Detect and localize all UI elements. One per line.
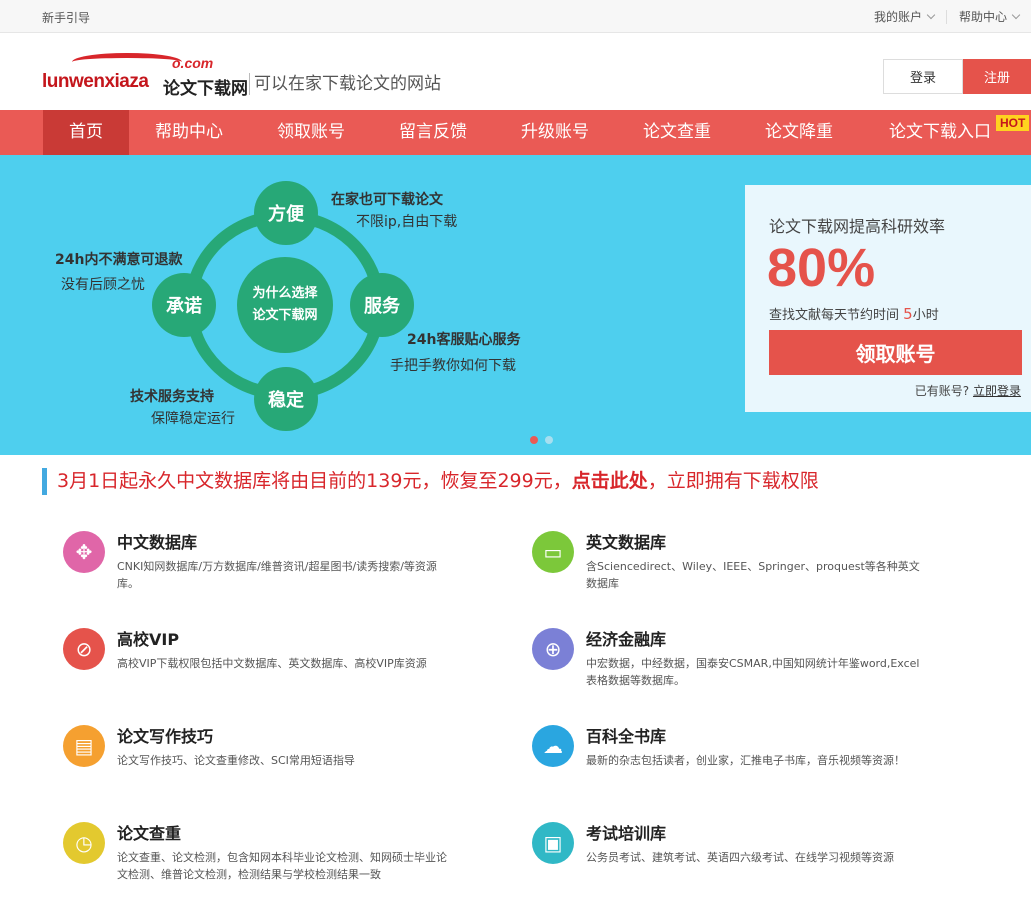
r-sub: 手把手教你如何下载 bbox=[390, 358, 516, 374]
my-account-label: 我的账户 bbox=[873, 10, 922, 24]
top-bar: 新手引导 我的账户 帮助中心 bbox=[0, 0, 1031, 33]
move-arrows-icon: ✥ bbox=[63, 531, 105, 573]
promo-save-text: 查找文献每天节约时间 5小时 bbox=[769, 305, 939, 323]
help-center-menu[interactable]: 帮助中心 bbox=[947, 8, 1031, 25]
feature-title[interactable]: 英文数据库 bbox=[586, 529, 666, 553]
feature-title[interactable]: 考试培训库 bbox=[586, 820, 666, 844]
ban-icon: ⊘ bbox=[63, 628, 105, 670]
feature-desc: 高校VIP下载权限包括中文数据库、英文数据库、高校VIP库资源 bbox=[117, 657, 427, 670]
tl-title: 24h内不满意可退款 bbox=[55, 252, 183, 268]
logo-swoosh bbox=[72, 53, 182, 71]
notice-text-pre: 3月1日起永久中文数据库将由目前的139元，恢复至299元， bbox=[57, 470, 572, 492]
r-title: 24h客服贴心服务 bbox=[407, 332, 521, 348]
node-promise: 承诺 bbox=[152, 273, 216, 337]
hot-badge: HOT bbox=[996, 115, 1030, 131]
nav-help-center[interactable]: 帮助中心 bbox=[139, 110, 239, 155]
clock-icon: ◷ bbox=[63, 822, 105, 864]
feature-desc: 论文查重、论文检测，包含知网本科毕业论文检测、知网硕士毕业论文检测、维普论文检测… bbox=[117, 851, 447, 881]
site-slogan: 可以在家下载论文的网站 bbox=[249, 73, 441, 95]
register-button[interactable]: 注册 bbox=[963, 59, 1031, 94]
feature-desc: 最新的杂志包括读者，创业家，汇推电子书库，音乐视频等资源！ bbox=[586, 754, 905, 767]
feature-title[interactable]: 经济金融库 bbox=[586, 626, 666, 650]
login-button[interactable]: 登录 bbox=[883, 59, 963, 94]
nav-get-account[interactable]: 领取账号 bbox=[261, 110, 361, 155]
center-line-2: 论文下载网 bbox=[252, 308, 318, 323]
get-account-button[interactable]: 领取账号 bbox=[769, 330, 1022, 375]
feature-title[interactable]: 百科全书库 bbox=[586, 723, 666, 747]
price-notice: 3月1日起永久中文数据库将由目前的139元，恢复至299元，点击此处，立即拥有下… bbox=[42, 468, 819, 495]
nav-feedback[interactable]: 留言反馈 bbox=[383, 110, 483, 155]
feature-title[interactable]: 高校VIP bbox=[117, 626, 179, 650]
carousel-dot-1[interactable] bbox=[530, 436, 538, 444]
nav-download-entry[interactable]: 论文下载入口 bbox=[881, 110, 999, 155]
feature-desc: 公务员考试、建筑考试、英语四六级考试、在线学习视频等资源 bbox=[586, 851, 894, 864]
tr-title: 在家也可下载论文 bbox=[331, 192, 443, 208]
cloud-bolt-icon: ☁ bbox=[532, 725, 574, 767]
tr-sub: 不限ip,自由下载 bbox=[356, 214, 458, 230]
help-center-label: 帮助中心 bbox=[958, 10, 1007, 24]
nav-plagiarism-check[interactable]: 论文查重 bbox=[627, 110, 727, 155]
feature-title[interactable]: 中文数据库 bbox=[117, 529, 197, 553]
login-now-link[interactable]: 立即登录 bbox=[973, 384, 1021, 398]
notice-text-post: ，立即拥有下载权限 bbox=[647, 470, 819, 492]
banner-center-circle: 为什么选择论文下载网 bbox=[237, 257, 333, 353]
site-logo[interactable]: o.com lunwenxiaza 论文下载网 bbox=[42, 51, 252, 101]
logo-com: o.com bbox=[172, 55, 214, 71]
briefcase-icon: ▣ bbox=[532, 822, 574, 864]
node-service: 服务 bbox=[350, 273, 414, 337]
carousel-dots bbox=[530, 436, 553, 444]
center-line-1: 为什么选择 bbox=[252, 286, 318, 301]
globe-icon: ⊕ bbox=[532, 628, 574, 670]
header: o.com lunwenxiaza 论文下载网 可以在家下载论文的网站 登录 注… bbox=[0, 33, 1031, 110]
film-icon: ▤ bbox=[63, 725, 105, 767]
nav-upgrade[interactable]: 升级账号 bbox=[505, 110, 605, 155]
tl-sub: 没有后顾之忧 bbox=[61, 277, 145, 293]
promo-title: 论文下载网提高科研效率 bbox=[769, 217, 946, 236]
feature-title[interactable]: 论文查重 bbox=[117, 820, 181, 844]
bl-sub: 保障稳定运行 bbox=[151, 411, 235, 427]
guide-link[interactable]: 新手引导 bbox=[42, 9, 90, 26]
promo-percent: 80% bbox=[767, 238, 876, 298]
logo-cn: 论文下载网 bbox=[163, 79, 248, 99]
feature-desc: 中宏数据，中经数据，国泰安CSMAR,中国知网统计年鉴word,Excel表格数… bbox=[586, 657, 920, 687]
feature-desc: 论文写作技巧、论文查重修改、SCI常用短语指导 bbox=[117, 754, 355, 767]
top-right-menu: 我的账户 帮助中心 bbox=[862, 0, 1031, 33]
node-convenient: 方便 bbox=[254, 181, 318, 245]
nav-reduce-similarity[interactable]: 论文降重 bbox=[749, 110, 849, 155]
hero-banner: 为什么选择论文下载网 方便 承诺 服务 稳定 在家也可下载论文 不限ip,自由下… bbox=[0, 155, 1031, 455]
feature-desc: 含Sciencedirect、Wiley、IEEE、Springer、proqu… bbox=[586, 560, 920, 590]
feature-title[interactable]: 论文写作技巧 bbox=[117, 723, 213, 747]
logo-en: lunwenxiaza bbox=[42, 71, 149, 92]
bl-title: 技术服务支持 bbox=[130, 389, 214, 405]
monitor-icon: ▭ bbox=[532, 531, 574, 573]
my-account-menu[interactable]: 我的账户 bbox=[862, 8, 946, 25]
notice-click-link[interactable]: 点击此处 bbox=[572, 470, 648, 492]
promo-card: 论文下载网提高科研效率 80% 查找文献每天节约时间 5小时 领取账号 已有账号… bbox=[745, 185, 1031, 412]
chevron-down-icon bbox=[1011, 10, 1021, 19]
node-stable: 稳定 bbox=[254, 367, 318, 431]
carousel-dot-2[interactable] bbox=[545, 436, 553, 444]
have-account-text: 已有账号? 立即登录 bbox=[914, 384, 1021, 398]
chevron-down-icon bbox=[926, 10, 936, 19]
main-nav: 首页 帮助中心 领取账号 留言反馈 升级账号 论文查重 论文降重 论文下载入口 … bbox=[0, 110, 1031, 155]
feature-desc: CNKI知网数据库/万方数据库/维普资讯/超星图书/读秀搜索/等资源库。 bbox=[117, 560, 437, 590]
nav-home[interactable]: 首页 bbox=[43, 110, 129, 155]
